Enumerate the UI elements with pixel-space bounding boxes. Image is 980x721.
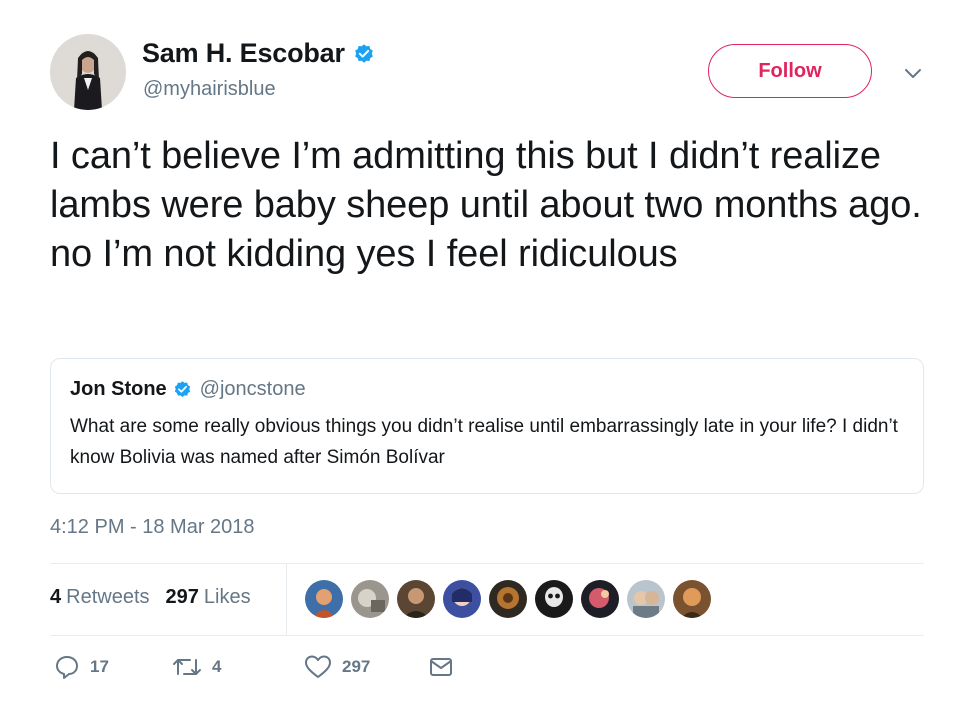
tweet-text: I can’t believe I’m admitting this but I… [50,135,922,275]
liker-avatar[interactable] [535,580,573,618]
liker-avatar[interactable] [673,580,711,618]
like-count: 297 [342,657,371,676]
verified-badge-icon [174,381,190,398]
likes-label: Likes [203,586,251,608]
liker-avatar[interactable] [305,580,343,618]
author-handle[interactable]: @myhairisblue [143,78,276,101]
retweets-count: 4 [50,586,62,608]
liker-avatar[interactable] [351,580,389,618]
tweet-actions: 17 4 297 [50,654,470,688]
quoted-author-name: Jon Stone [70,378,167,400]
divider [286,564,287,635]
direct-message-action[interactable] [428,654,454,680]
reply-action[interactable]: 17 [54,654,109,680]
reply-count: 17 [90,657,109,676]
quoted-tweet-text: What are some really obvious things you … [70,416,898,468]
quoted-tweet-card[interactable]: Jon Stone @joncstone What are some reall… [50,358,924,494]
liker-avatar[interactable] [397,580,435,618]
liker-avatar[interactable] [627,580,665,618]
reply-icon [56,656,78,679]
likers-avatars [305,580,711,618]
divider [50,563,924,564]
verified-badge-icon [354,43,373,63]
retweet-count: 4 [212,657,222,676]
tweet-timestamp[interactable]: 4:12 PM - 18 Mar 2018 [50,516,255,539]
tweet-stats: 4 Retweets 297 Likes [50,586,251,609]
retweets-stat[interactable]: 4 Retweets [50,586,150,609]
like-action[interactable]: 297 [304,654,370,680]
envelope-icon [430,658,452,676]
retweet-icon [173,659,201,675]
chevron-down-icon[interactable] [900,60,926,86]
quoted-author-handle: @joncstone [199,378,306,400]
likes-count: 297 [165,586,199,608]
retweet-action[interactable]: 4 [172,654,221,680]
author-name-row[interactable]: Sam H. Escobar [142,38,375,69]
author-avatar[interactable] [50,34,126,110]
quoted-tweet-header: Jon Stone @joncstone [70,378,306,401]
liker-avatar[interactable] [581,580,619,618]
liker-avatar[interactable] [443,580,481,618]
heart-icon [305,655,331,678]
likes-stat[interactable]: 297 Likes [166,586,251,609]
liker-avatar[interactable] [489,580,527,618]
retweets-label: Retweets [66,586,150,608]
follow-button[interactable]: Follow [708,44,872,98]
divider [50,635,924,636]
avatar-image [50,34,126,110]
author-name[interactable]: Sam H. Escobar [142,38,345,69]
